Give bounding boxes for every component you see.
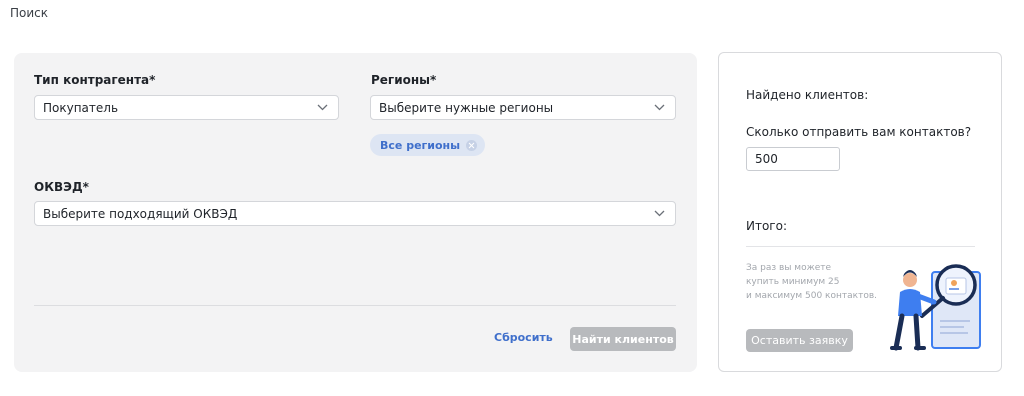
chevron-down-icon bbox=[654, 104, 665, 111]
chevron-down-icon bbox=[654, 210, 665, 217]
counterparty-type-value: Покупатель bbox=[43, 100, 119, 115]
hint-line: купить минимум 25 bbox=[746, 277, 840, 287]
hint-line: За раз вы можете bbox=[746, 263, 832, 273]
counterparty-type-label: Тип контрагента* bbox=[34, 73, 156, 87]
find-clients-button[interactable]: Найти клиентов bbox=[570, 327, 676, 351]
okved-select[interactable]: Выберите подходящий ОКВЭД bbox=[34, 201, 676, 226]
reset-button[interactable]: Сбросить bbox=[494, 331, 553, 344]
filter-divider bbox=[34, 305, 676, 306]
page-title: Поиск bbox=[10, 6, 49, 20]
counterparty-type-select[interactable]: Покупатель bbox=[34, 95, 339, 120]
okved-placeholder: Выберите подходящий ОКВЭД bbox=[43, 206, 238, 221]
region-chip-all[interactable]: Все регионы bbox=[370, 134, 486, 156]
total-label: Итого: bbox=[746, 219, 787, 233]
hint-line: и максимум 500 контактов. bbox=[746, 291, 877, 301]
region-chip-label: Все регионы bbox=[380, 138, 461, 152]
regions-select[interactable]: Выберите нужные регионы bbox=[370, 95, 676, 120]
regions-label: Регионы* bbox=[371, 73, 437, 87]
found-clients-label: Найдено клиентов: bbox=[746, 88, 869, 102]
regions-placeholder: Выберите нужные регионы bbox=[379, 100, 554, 115]
summary-divider bbox=[746, 246, 975, 247]
okved-label: ОКВЭД* bbox=[34, 180, 89, 194]
contacts-count-input[interactable]: 500 bbox=[746, 147, 840, 171]
leave-request-button[interactable]: Оставить заявку bbox=[746, 329, 853, 352]
close-icon[interactable] bbox=[466, 139, 478, 151]
contacts-count-question: Сколько отправить вам контактов? bbox=[746, 125, 972, 139]
chevron-down-icon bbox=[317, 104, 328, 111]
magnifier-illustration bbox=[890, 264, 981, 351]
